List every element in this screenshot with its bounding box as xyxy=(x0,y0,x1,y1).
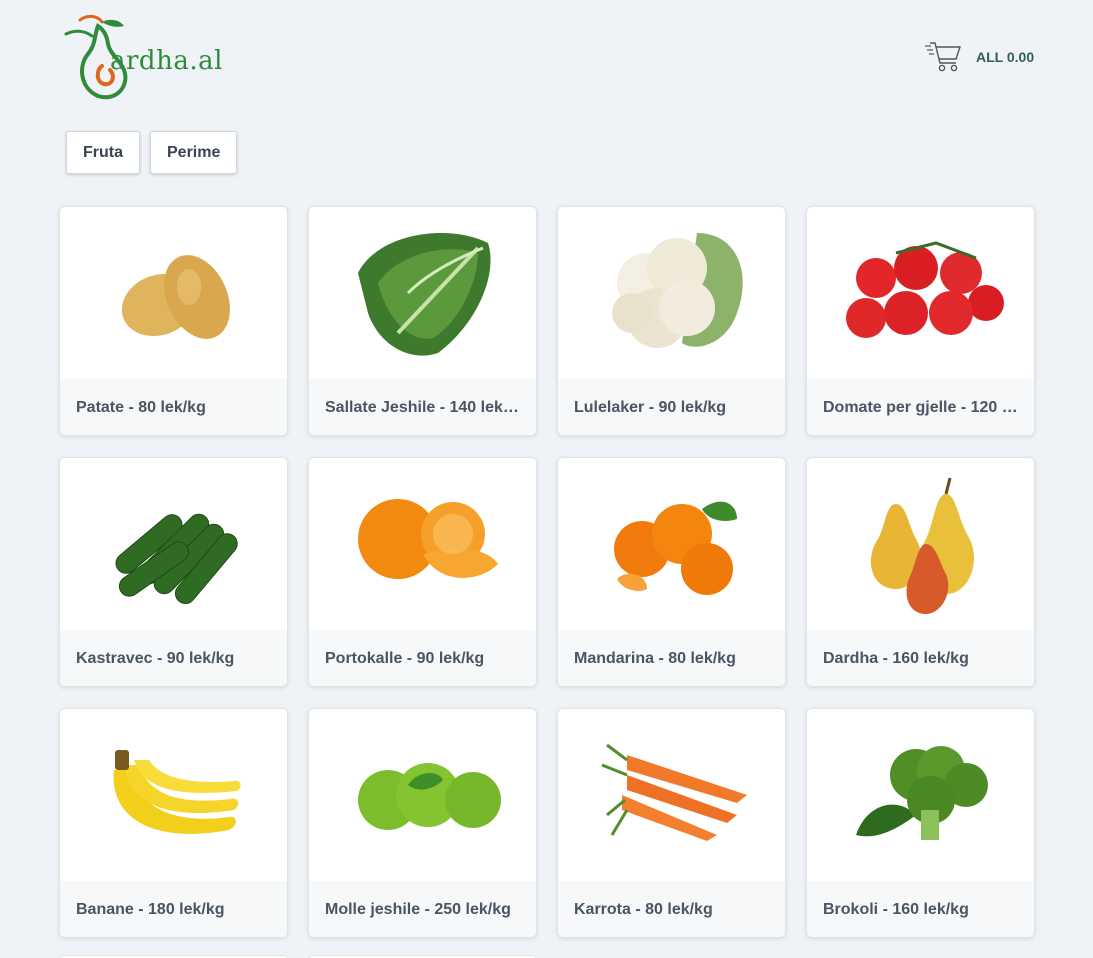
product-card[interactable]: Brokoli - 160 lek/kg xyxy=(806,708,1035,938)
product-image xyxy=(558,207,785,379)
product-image xyxy=(807,709,1034,881)
product-image xyxy=(309,709,536,881)
product-name: Karrota - 80 lek/kg xyxy=(574,901,713,918)
cart-total: ALL 0.00 xyxy=(976,49,1035,65)
product-image xyxy=(60,207,287,379)
mandarins-image xyxy=(613,501,737,595)
product-name: Dardha - 160 lek/kg xyxy=(823,650,969,667)
product-image xyxy=(60,458,287,630)
product-card[interactable]: Mandarina - 80 lek/kg xyxy=(557,457,786,687)
category-filters: Fruta Perime xyxy=(66,131,238,174)
product-card[interactable]: Portokalle - 90 lek/kg xyxy=(308,457,537,687)
cauliflower-image xyxy=(611,233,743,348)
product-name: Kastravec - 90 lek/kg xyxy=(76,650,235,667)
product-name: Lulelaker - 90 lek/kg xyxy=(574,399,727,416)
tomatoes-image xyxy=(845,241,1004,338)
product-name: Sallate Jeshile - 140 lek/kg xyxy=(325,399,520,416)
logo-text: ardha.al xyxy=(110,46,223,76)
product-image xyxy=(309,458,536,630)
broccoli-image xyxy=(855,746,988,840)
product-image xyxy=(807,207,1034,379)
product-card[interactable]: Molle jeshile - 250 lek/kg xyxy=(308,708,537,938)
filter-perime-button[interactable]: Perime xyxy=(150,131,238,174)
carrots-image xyxy=(600,743,747,841)
product-name: Brokoli - 160 lek/kg xyxy=(823,901,969,918)
product-card[interactable]: Patate - 80 lek/kg xyxy=(59,206,288,436)
product-image xyxy=(558,458,785,630)
product-name: Mandarina - 80 lek/kg xyxy=(574,650,736,667)
filter-fruta-button[interactable]: Fruta xyxy=(66,131,140,174)
product-name: Domate per gjelle - 120 lek/kg xyxy=(823,399,1018,416)
oranges-image xyxy=(357,499,498,579)
cucumbers-image xyxy=(115,513,238,605)
product-name: Portokalle - 90 lek/kg xyxy=(325,650,485,667)
cart-button[interactable]: ALL 0.00 xyxy=(924,40,1034,74)
product-card[interactable]: Dardha - 160 lek/kg xyxy=(806,457,1035,687)
green-apples-image xyxy=(357,763,501,830)
product-grid: Patate - 80 lek/kg Sallate Jeshile - 140… xyxy=(59,206,1035,938)
product-image xyxy=(807,458,1034,630)
bananas-image xyxy=(113,750,241,834)
product-card[interactable]: Sallate Jeshile - 140 lek/kg xyxy=(308,206,537,436)
pears-image xyxy=(870,477,974,614)
product-card[interactable]: Karrota - 80 lek/kg xyxy=(557,708,786,938)
potato-image xyxy=(121,255,230,339)
product-image xyxy=(60,709,287,881)
product-name: Banane - 180 lek/kg xyxy=(76,901,225,918)
product-card[interactable]: Kastravec - 90 lek/kg xyxy=(59,457,288,687)
product-card[interactable]: Lulelaker - 90 lek/kg xyxy=(557,206,786,436)
site-header: ardha.al ALL 0.00 xyxy=(0,0,1093,110)
product-card[interactable]: Domate per gjelle - 120 lek/kg xyxy=(806,206,1035,436)
lettuce-image xyxy=(357,233,491,356)
product-card[interactable]: Banane - 180 lek/kg xyxy=(59,708,288,938)
product-name: Patate - 80 lek/kg xyxy=(76,399,206,416)
product-image xyxy=(558,709,785,881)
shopping-cart-icon xyxy=(925,42,961,72)
product-image xyxy=(309,207,536,379)
product-name: Molle jeshile - 250 lek/kg xyxy=(325,901,511,918)
